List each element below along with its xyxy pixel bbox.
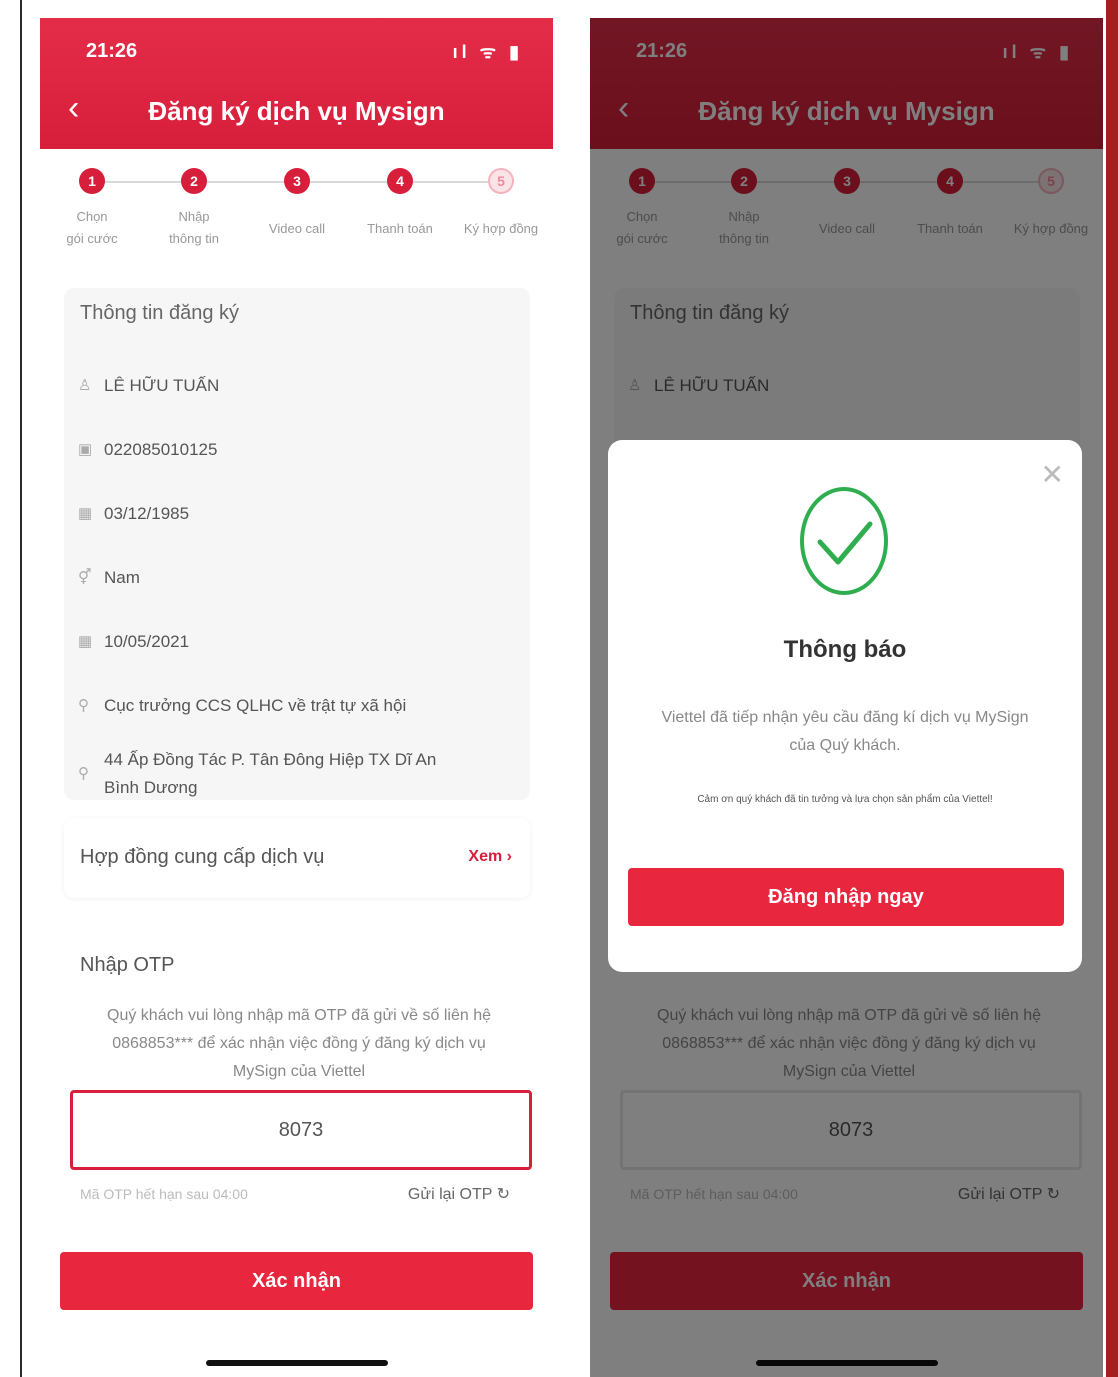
step-label: Nhậpthông tin [169, 209, 219, 246]
chevron-right-icon: › [506, 848, 512, 865]
success-check-icon [800, 487, 888, 595]
step-label: Thanh toán [367, 221, 433, 236]
otp-expiry-text: Mã OTP hết hạn sau 04:00 [80, 1186, 248, 1202]
otp-section: Nhập OTP Quý khách vui lòng nhập mã OTP … [64, 918, 532, 1218]
close-icon[interactable]: ✕ [1041, 458, 1064, 491]
info-birthdate-row: ▦ 03/12/1985 [78, 500, 518, 528]
resend-otp-button[interactable]: Gửi lại OTP ↻ [408, 1184, 510, 1204]
info-address-row: ⚲ 44 Ấp Đồng Tác P. Tân Đông Hiệp TX Dĩ … [78, 746, 518, 802]
otp-title: Nhập OTP [80, 954, 175, 976]
step-1: 1 Chọngói cước [40, 164, 144, 250]
step-label: Video call [268, 221, 326, 236]
step-dot: 2 [181, 168, 207, 194]
info-name-row: ♙LÊ HỮU TUẤN [78, 372, 518, 400]
step-label: Chọngói cước [66, 209, 118, 246]
location-icon: ⚲ [78, 697, 89, 714]
dialog-message: Viettel đã tiếp nhận yêu cầu đăng kí dịc… [661, 709, 1029, 754]
otp-description: Quý khách vui lòng nhập mã OTP đã gửi về… [107, 1007, 491, 1080]
otp-input[interactable]: 8073 [70, 1090, 532, 1170]
info-id-row: ▣022085010125 [78, 436, 518, 464]
phone-screen-otp: 21:26 ıl ᯤ ▮ ‹ Đăng ký dịch vụ Mysign 1 … [40, 18, 553, 1377]
dialog-title: Thông báo [783, 636, 907, 663]
step-2: 2 Nhậpthông tin [142, 164, 246, 250]
contract-label: Hợp đồng cung cấp dịch vụ [80, 846, 325, 868]
calendar-icon: ▦ [78, 633, 93, 650]
step-dot: 5 [488, 168, 514, 194]
contract-link-card[interactable]: Hợp đồng cung cấp dịch vụ Xem › [64, 818, 530, 898]
info-issue-date-row: ▦ 10/05/2021 [78, 628, 518, 656]
status-time: 21:26 [86, 40, 138, 62]
person-icon: ♙ [78, 377, 92, 394]
app-header: 21:26 ıl ᯤ ▮ ‹ Đăng ký dịch vụ Mysign [40, 18, 553, 149]
location-icon: ⚲ [78, 765, 89, 782]
login-now-button[interactable]: Đăng nhập ngay [628, 868, 1064, 926]
success-dialog: ✕ Thông báo Viettel đã tiếp nhận yêu cầu… [608, 440, 1082, 972]
progress-stepper: 1 Chọngói cước 2 Nhậpthông tin 3 Video c… [40, 164, 553, 274]
view-contract-link[interactable]: Xem › [468, 848, 512, 866]
frame-border-left [20, 0, 22, 1377]
step-dot: 4 [387, 168, 413, 194]
registration-info-card: Thông tin đăng ký ♙LÊ HỮU TUẤN ▣02208501… [64, 288, 530, 800]
refresh-icon: ↻ [496, 1186, 510, 1203]
status-icons: ıl ᯤ ▮ [452, 42, 523, 62]
info-issued-by-row: ⚲ Cục trưởng CCS QLHC về trật tự xã hội [78, 692, 518, 720]
home-indicator [206, 1360, 388, 1366]
step-3: 3 Video call [245, 164, 349, 240]
calendar-icon: ▦ [78, 505, 93, 522]
id-card-icon: ▣ [78, 441, 93, 458]
step-5: 5 Ký hợp đồng [449, 164, 553, 240]
page-title: Đăng ký dịch vụ Mysign [148, 96, 445, 126]
dialog-note: Cảm ơn quý khách đã tin tưởng và lựa chọ… [697, 794, 993, 805]
step-label: Ký hợp đồng [463, 221, 539, 236]
info-gender-row: ⚥ Nam [78, 564, 518, 592]
gender-icon: ⚥ [78, 569, 92, 586]
registration-info-title: Thông tin đăng ký [80, 302, 239, 324]
confirm-button[interactable]: Xác nhận [60, 1252, 533, 1310]
step-4: 4 Thanh toán [348, 164, 452, 240]
step-dot: 3 [284, 168, 310, 194]
step-dot: 1 [79, 168, 105, 194]
frame-border-right [1106, 0, 1118, 1377]
